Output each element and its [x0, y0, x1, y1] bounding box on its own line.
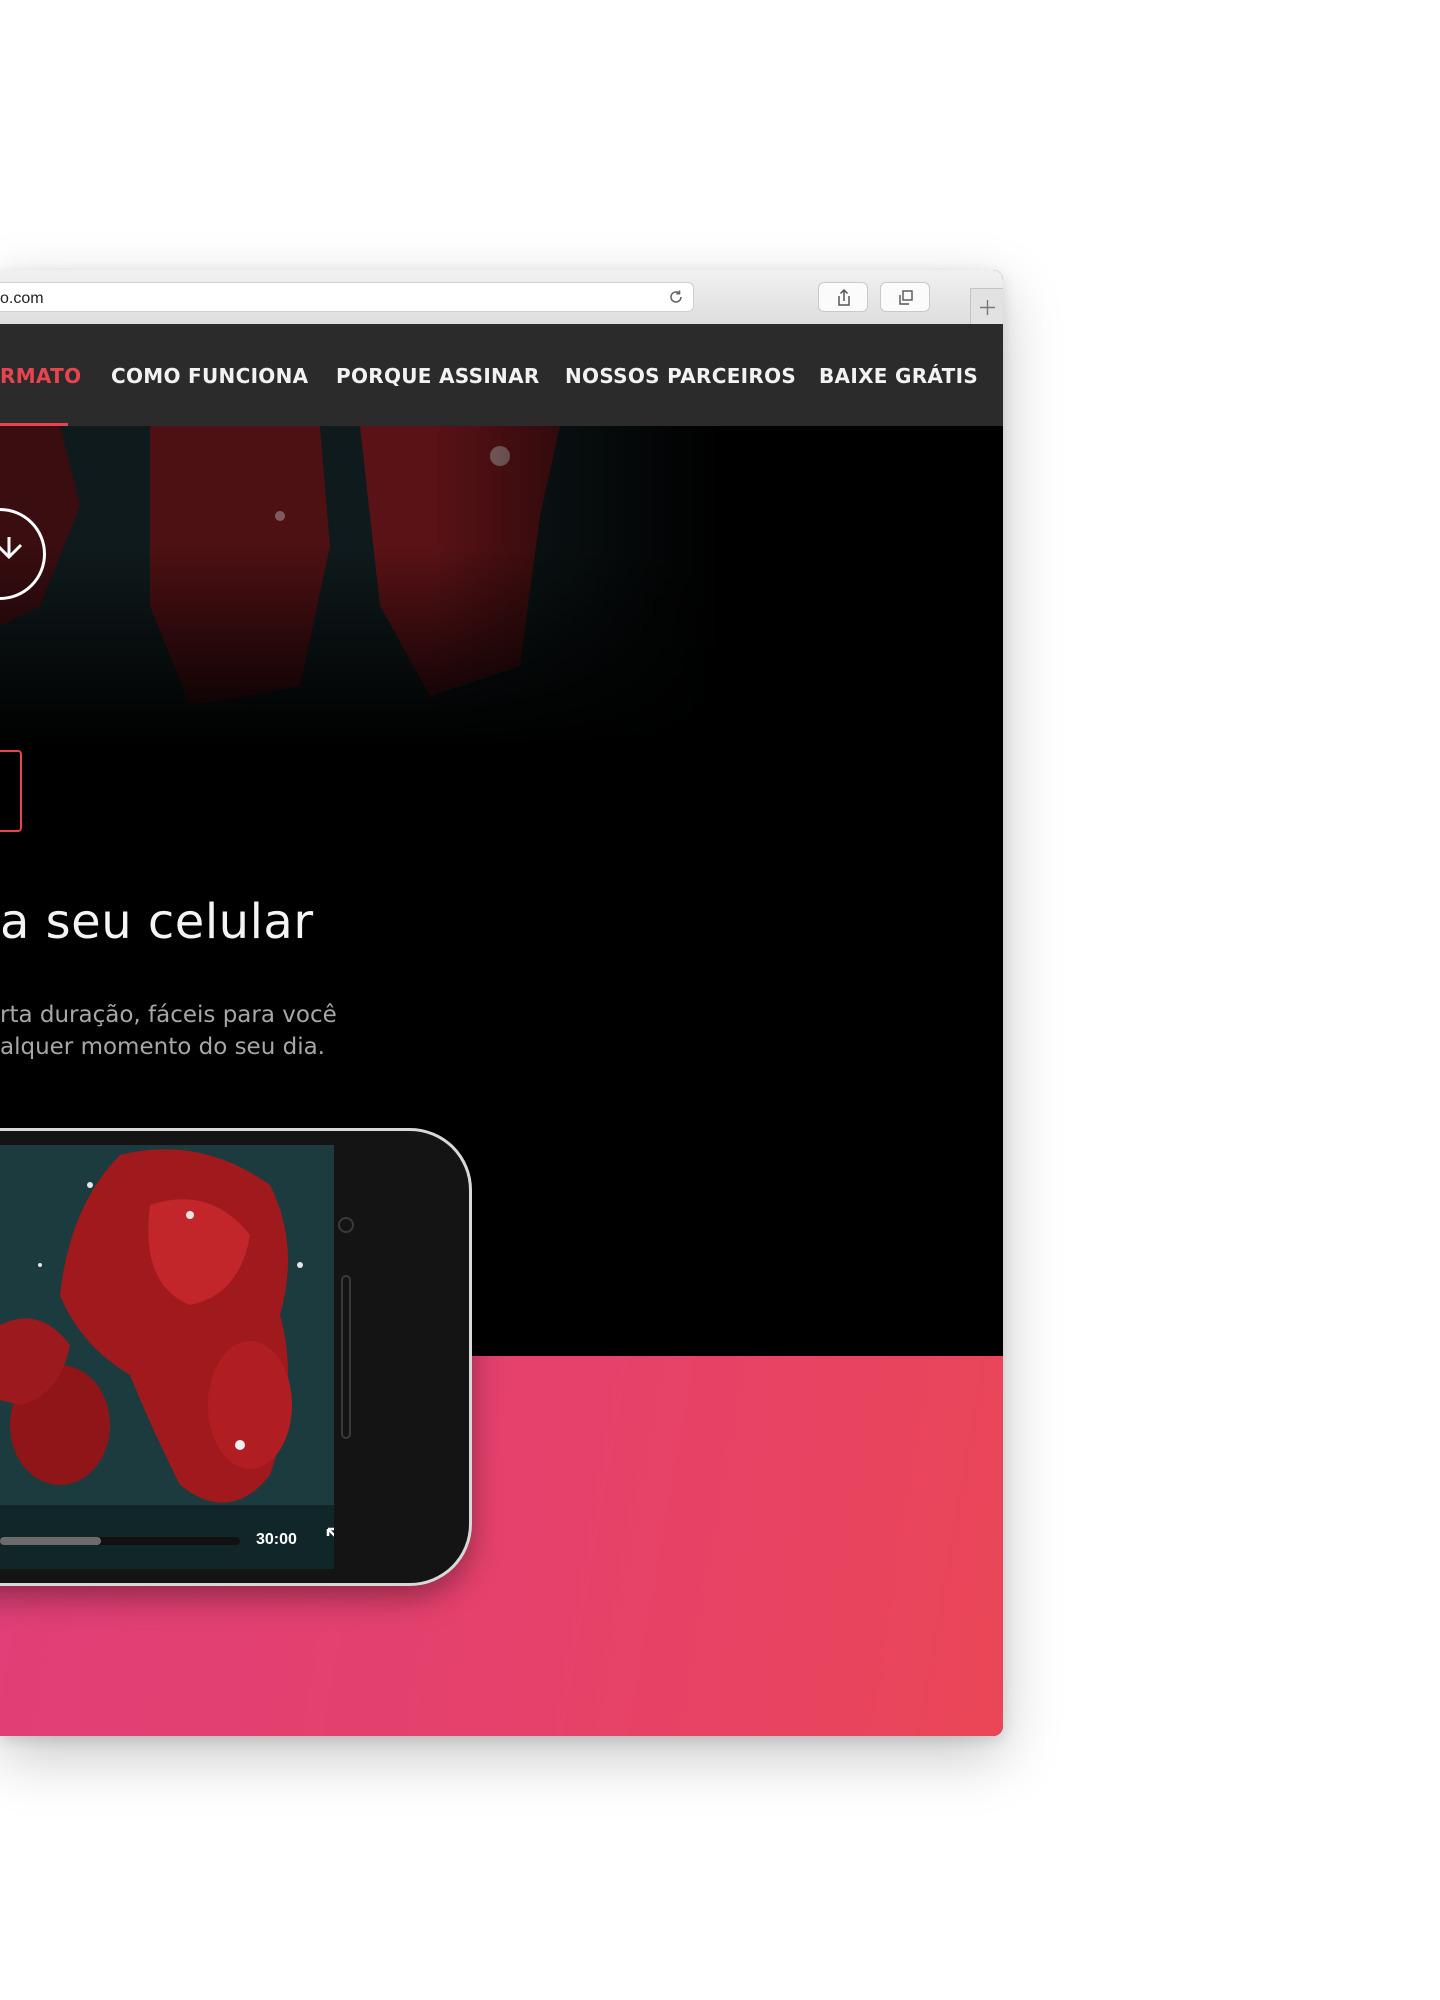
share-icon: [838, 288, 850, 306]
video-progress-fill: [0, 1537, 101, 1545]
new-tab-icon: [980, 300, 995, 315]
share-button[interactable]: [818, 282, 868, 312]
site-nav: RMATO COMO FUNCIONA PORQUE ASSINAR NOSSO…: [0, 324, 1003, 426]
expand-icon[interactable]: [324, 1525, 334, 1557]
nav-item-porque-assinar[interactable]: PORQUE ASSINAR: [336, 364, 540, 388]
browser-toolbar: o.com: [0, 270, 1003, 325]
nav-item-nossos-parceiros[interactable]: NOSSOS PARCEIROS: [565, 364, 796, 388]
reload-icon[interactable]: [667, 288, 685, 306]
phone-device-icon: [0, 750, 22, 832]
hero-headline: a seu celular: [0, 894, 314, 950]
play-circle-icon[interactable]: [0, 508, 46, 600]
hero-subtitle-line-1: rta duração, fáceis para você: [0, 1002, 337, 1028]
phone-side-button: [341, 1275, 351, 1439]
nav-item-baixe-gratis[interactable]: BAIXE GRÁTIS: [819, 364, 978, 388]
hero-subtitle-line-2: alquer momento do seu dia.: [0, 1034, 325, 1060]
video-player[interactable]: 30:00: [0, 1145, 334, 1569]
hero-background-image: [0, 426, 720, 746]
video-frame-image: [0, 1145, 334, 1569]
nav-item-formato[interactable]: RMATO: [0, 364, 81, 388]
video-time: 30:00: [256, 1531, 297, 1548]
new-tab-button[interactable]: [970, 288, 1003, 325]
url-text: o.com: [0, 290, 44, 307]
tabs-icon: [899, 290, 913, 305]
tabs-button[interactable]: [880, 282, 930, 312]
phone-sensor: [338, 1217, 354, 1233]
address-bar[interactable]: o.com: [0, 282, 694, 312]
nav-item-como-funciona[interactable]: COMO FUNCIONA: [111, 364, 308, 388]
phone-mockup: 30:00: [0, 1128, 472, 1586]
